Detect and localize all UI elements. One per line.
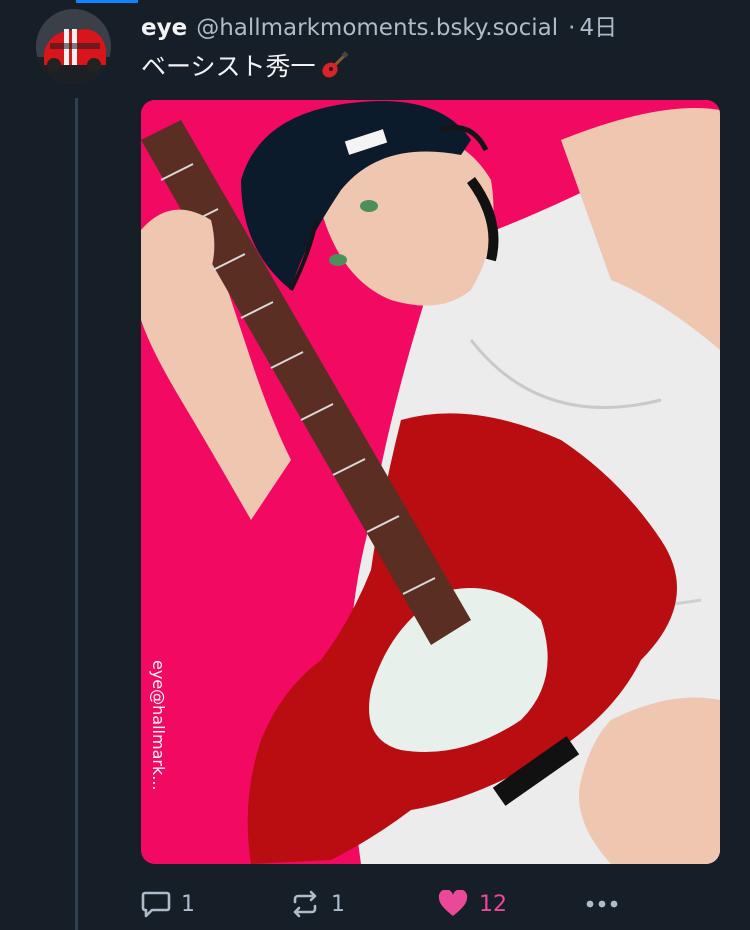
avatar[interactable] [36, 9, 111, 84]
guitar-emoji-icon [320, 50, 350, 80]
reply-count: 1 [181, 891, 195, 917]
active-tab-indicator [76, 0, 138, 3]
more-options-button[interactable] [585, 882, 619, 926]
repost-count: 1 [331, 891, 345, 917]
artwork-watermark: eye@hallmark... [149, 660, 168, 790]
post-body: ベーシスト秀一 [141, 47, 350, 83]
post-image[interactable]: eye@hallmark... [141, 100, 720, 864]
repost-button[interactable]: 1 [289, 882, 345, 926]
reply-button[interactable]: 1 [141, 882, 195, 926]
artwork-illustration: eye@hallmark... [141, 100, 720, 864]
post-action-bar: 1 1 12 [141, 882, 741, 926]
author-name[interactable]: eye [141, 15, 187, 41]
ellipsis-icon [586, 900, 618, 908]
separator-dot: · [568, 15, 576, 41]
author-handle[interactable]: @hallmarkmoments.bsky.social [196, 15, 558, 41]
thread-line [75, 98, 78, 930]
post-header: eye @hallmarkmoments.bsky.social · 4日 [141, 8, 730, 41]
post-text: ベーシスト秀一 [141, 52, 316, 81]
heart-icon [438, 890, 468, 916]
like-count: 12 [479, 891, 507, 917]
like-button[interactable]: 12 [437, 882, 507, 926]
post-timestamp[interactable]: 4日 [579, 8, 617, 42]
reply-icon [141, 891, 171, 918]
repost-icon [293, 890, 317, 918]
avatar-image [36, 9, 111, 84]
